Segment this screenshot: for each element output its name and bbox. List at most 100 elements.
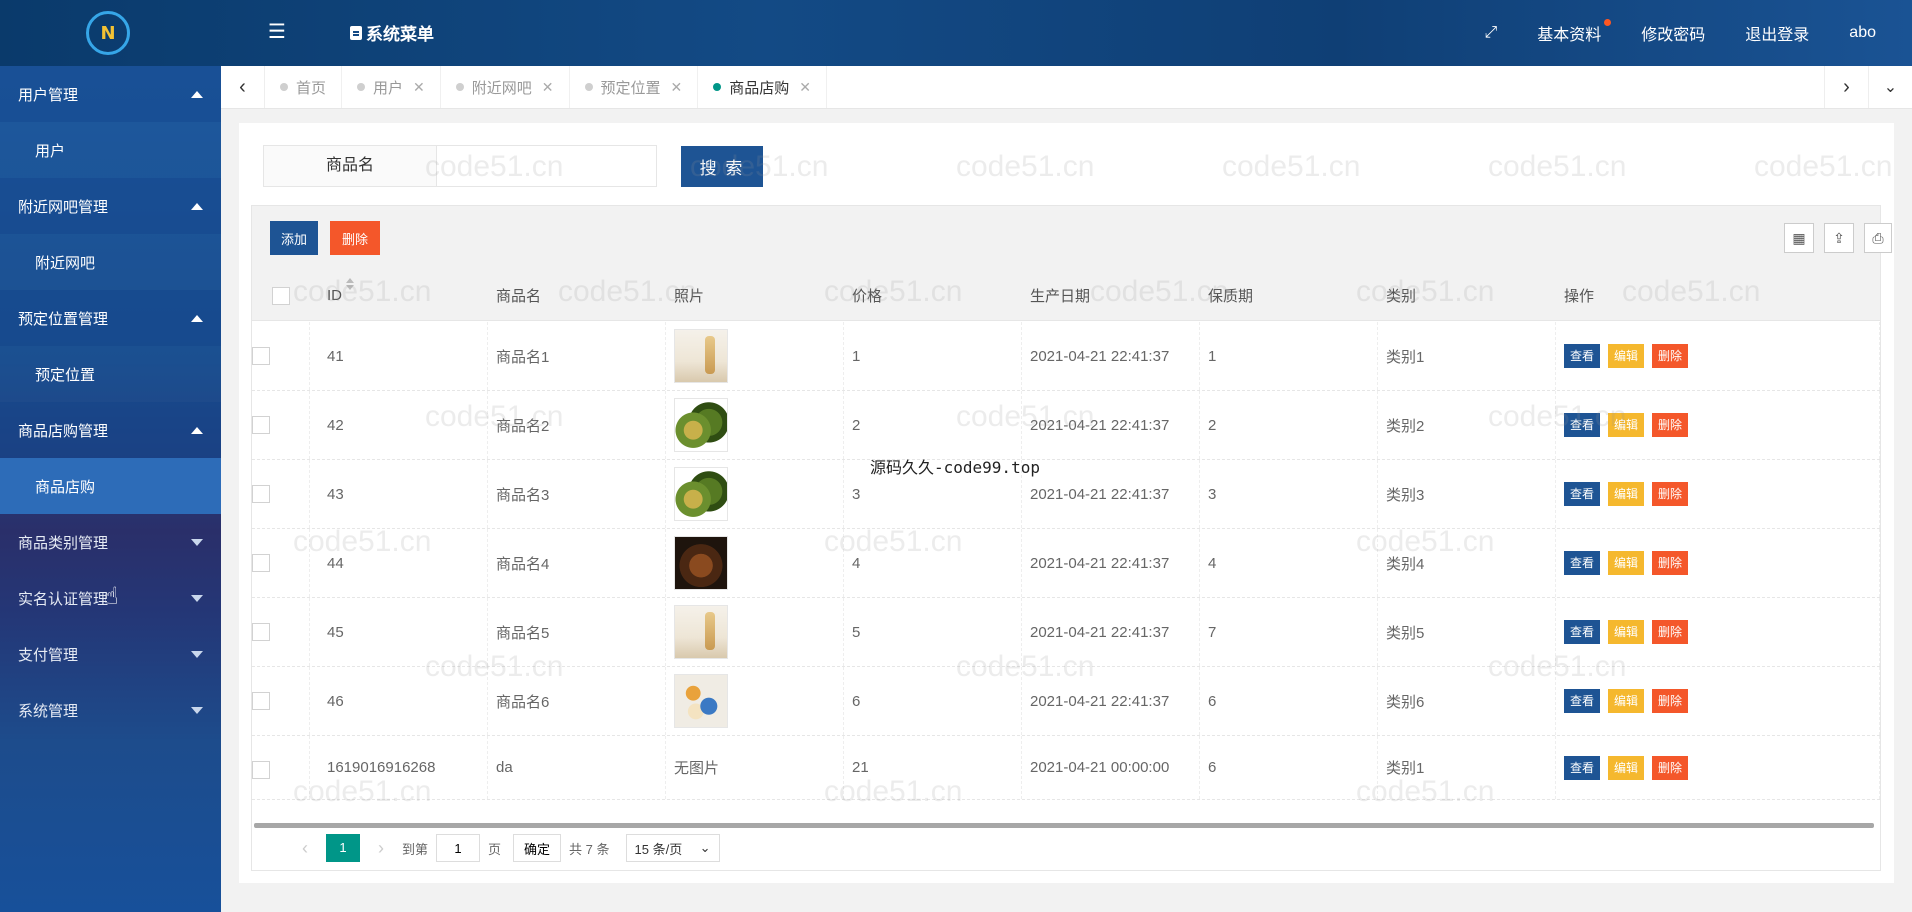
cell-name: da: [488, 736, 666, 799]
row-delete-button[interactable]: 删除: [1652, 551, 1689, 575]
sidebar-item-netcafe[interactable]: 附近网吧: [0, 234, 221, 290]
view-button[interactable]: 查看: [1564, 755, 1601, 780]
cell-shelf-life: 1: [1200, 322, 1378, 390]
system-menu-title[interactable]: 系统菜单: [350, 20, 434, 45]
view-button[interactable]: 查看: [1564, 689, 1601, 713]
page-size-select[interactable]: 15 条/页 ⌄: [625, 834, 720, 862]
print-icon[interactable]: ⎙: [1864, 223, 1892, 253]
view-button[interactable]: 查看: [1564, 344, 1601, 368]
row-delete-button[interactable]: 删除: [1652, 755, 1689, 780]
basic-info-link[interactable]: 基本资料: [1537, 19, 1612, 45]
product-photo[interactable]: [674, 605, 728, 659]
delete-button[interactable]: 删除: [330, 221, 380, 255]
goto-confirm-button[interactable]: 确定: [513, 834, 562, 862]
sidebar-group-category-management[interactable]: 商品类别管理: [0, 514, 221, 570]
app-logo[interactable]: N: [86, 11, 130, 55]
export-icon[interactable]: ⇪: [1824, 223, 1854, 253]
close-icon[interactable]: ✕: [671, 79, 683, 96]
row-checkbox[interactable]: [252, 416, 270, 434]
chevron-down-icon[interactable]: ⌄: [1868, 66, 1912, 108]
tab-scroll-right-icon[interactable]: ›: [1824, 66, 1868, 108]
row-delete-button[interactable]: 删除: [1652, 689, 1689, 713]
sidebar-group-payment-management[interactable]: 支付管理: [0, 626, 221, 682]
tab-reservation[interactable]: 预定位置 ✕: [570, 66, 699, 108]
change-password-link[interactable]: 修改密码: [1641, 21, 1705, 45]
tab-home[interactable]: 首页: [265, 66, 343, 108]
cell-id: 46: [310, 667, 488, 735]
search-input[interactable]: [437, 146, 656, 186]
menu-toggle-icon[interactable]: ☰: [268, 22, 286, 42]
product-photo[interactable]: [674, 536, 728, 590]
cell-shelf-life: 4: [1200, 529, 1378, 597]
edit-button[interactable]: 编辑: [1608, 689, 1645, 713]
cell-category: 类别2: [1378, 391, 1556, 459]
row-delete-button[interactable]: 删除: [1652, 344, 1689, 368]
edit-button[interactable]: 编辑: [1608, 620, 1645, 644]
search-button[interactable]: 搜 索: [681, 146, 763, 187]
edit-button[interactable]: 编辑: [1608, 344, 1645, 368]
search-label: 商品名: [264, 146, 437, 186]
row-delete-button[interactable]: 删除: [1652, 413, 1689, 437]
view-button[interactable]: 查看: [1564, 482, 1601, 506]
close-icon[interactable]: ✕: [413, 79, 425, 96]
fullscreen-icon[interactable]: ⤢: [1484, 24, 1497, 42]
edit-button[interactable]: 编辑: [1608, 755, 1645, 780]
product-photo[interactable]: [674, 674, 728, 728]
tab-users[interactable]: 用户 ✕: [342, 66, 441, 108]
table-row: 46 商品名6 6 2021-04-21 22:41:37 6 类别6 查看 编辑…: [252, 667, 1880, 736]
cell-id: 45: [310, 598, 488, 666]
column-header-id[interactable]: ID: [327, 287, 342, 304]
sidebar-item-shop[interactable]: 商品店购: [0, 458, 221, 514]
sidebar-group-reservation-management[interactable]: 预定位置管理: [0, 290, 221, 346]
sidebar-group-system-management[interactable]: 系统管理: [0, 682, 221, 738]
row-checkbox[interactable]: [252, 761, 270, 779]
row-checkbox[interactable]: [252, 485, 270, 503]
horizontal-scrollbar[interactable]: [254, 823, 1874, 828]
edit-button[interactable]: 编辑: [1608, 482, 1645, 506]
next-page-icon[interactable]: ›: [368, 838, 394, 859]
row-checkbox[interactable]: [252, 554, 270, 572]
sidebar-group-netcafe-management[interactable]: 附近网吧管理: [0, 178, 221, 234]
edit-button[interactable]: 编辑: [1608, 551, 1645, 575]
content-panel: 商品名 搜 索 添加 删除 ▦ ⇪ ⎙ ID 商品名 照片 价格 生产日期 保质…: [239, 123, 1894, 883]
logout-link[interactable]: 退出登录: [1745, 21, 1809, 45]
view-button[interactable]: 查看: [1564, 620, 1601, 644]
current-page[interactable]: 1: [326, 834, 360, 862]
prev-page-icon[interactable]: ‹: [292, 838, 318, 859]
cell-shelf-life: 6: [1200, 667, 1378, 735]
columns-filter-icon[interactable]: ▦: [1784, 223, 1814, 253]
table-header: ID 商品名 照片 价格 生产日期 保质期 类别 操作: [252, 271, 1880, 321]
sort-icon[interactable]: [346, 277, 354, 290]
select-all-checkbox[interactable]: [272, 286, 290, 305]
row-checkbox[interactable]: [252, 692, 270, 710]
product-photo[interactable]: [674, 329, 728, 383]
table-body: 41 商品名1 1 2021-04-21 22:41:37 1 类别1 查看 编辑…: [252, 322, 1880, 800]
close-icon[interactable]: ✕: [542, 79, 554, 96]
tab-scroll-left-icon[interactable]: ‹: [221, 66, 265, 108]
basic-info-label: 基本资料: [1537, 27, 1602, 44]
tab-netcafe[interactable]: 附近网吧 ✕: [441, 66, 570, 108]
close-icon[interactable]: ✕: [799, 79, 811, 96]
cell-id: 1619016916268: [310, 736, 488, 799]
username[interactable]: abo: [1849, 24, 1876, 42]
product-photo[interactable]: [674, 398, 728, 452]
row-delete-button[interactable]: 删除: [1652, 482, 1689, 506]
sidebar-group-user-management[interactable]: 用户管理: [0, 66, 221, 122]
tab-shop[interactable]: 商品店购 ✕: [698, 66, 828, 108]
page-number-input[interactable]: [436, 834, 481, 862]
row-checkbox[interactable]: [252, 623, 270, 641]
cell-category: 类别5: [1378, 598, 1556, 666]
view-button[interactable]: 查看: [1564, 413, 1601, 437]
view-button[interactable]: 查看: [1564, 551, 1601, 575]
sidebar-group-shop-management[interactable]: 商品店购管理: [0, 402, 221, 458]
row-checkbox[interactable]: [252, 347, 270, 365]
tab-label: 附近网吧: [471, 79, 532, 97]
edit-button[interactable]: 编辑: [1608, 413, 1645, 437]
column-header-date: 生产日期: [1030, 288, 1091, 305]
cell-date: 2021-04-21 22:41:37: [1022, 667, 1200, 735]
add-button[interactable]: 添加: [270, 221, 318, 255]
sidebar-item-users[interactable]: 用户: [0, 122, 221, 178]
sidebar-item-reservation[interactable]: 预定位置: [0, 346, 221, 402]
product-photo[interactable]: [674, 467, 728, 521]
row-delete-button[interactable]: 删除: [1652, 620, 1689, 644]
